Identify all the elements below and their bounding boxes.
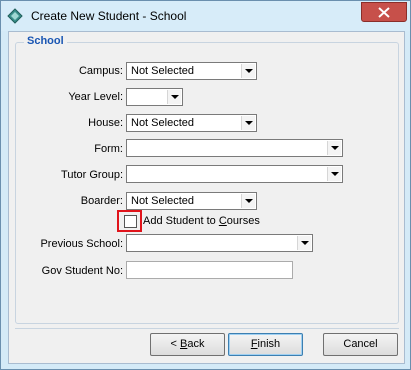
finish-button[interactable]: Finish xyxy=(228,333,303,356)
house-select[interactable]: Not Selected xyxy=(126,114,257,132)
chevron-down-icon[interactable] xyxy=(327,167,341,181)
chevron-down-icon[interactable] xyxy=(327,141,341,155)
year-level-select[interactable] xyxy=(126,88,183,106)
chevron-down-icon[interactable] xyxy=(241,194,255,208)
close-button[interactable] xyxy=(361,2,407,22)
add-to-courses-label-post: ourses xyxy=(226,215,260,227)
dialog-window: Create New Student - School School Campu… xyxy=(0,0,411,370)
title-bar: Create New Student - School xyxy=(1,1,410,31)
campus-value: Not Selected xyxy=(131,65,194,77)
tutor-group-select[interactable] xyxy=(126,165,343,183)
school-groupbox: School xyxy=(15,35,399,324)
house-label: House: xyxy=(88,117,123,129)
close-icon xyxy=(378,7,390,18)
tutor-group-label: Tutor Group: xyxy=(61,169,123,181)
campus-label: Campus: xyxy=(78,65,123,77)
back-button[interactable]: < Back xyxy=(150,333,225,356)
boarder-label: Boarder: xyxy=(80,195,123,207)
form-label: Form: xyxy=(94,143,123,155)
finish-button-mnemonic: F xyxy=(250,338,258,350)
back-button-pre: < xyxy=(170,338,180,350)
gov-student-no-input[interactable] xyxy=(126,261,293,279)
previous-school-select[interactable] xyxy=(126,234,313,252)
dialog-client-area: School Campus: Not Selected Year Level: … xyxy=(8,31,405,364)
chevron-down-icon[interactable] xyxy=(241,116,255,130)
finish-button-post: inish xyxy=(257,338,281,350)
boarder-select[interactable]: Not Selected xyxy=(126,192,257,210)
chevron-down-icon[interactable] xyxy=(297,236,311,250)
cancel-button[interactable]: Cancel xyxy=(323,333,398,356)
window-title: Create New Student - School xyxy=(31,9,187,23)
previous-school-label: Previous School: xyxy=(40,238,123,250)
chevron-down-icon[interactable] xyxy=(241,64,255,78)
app-icon xyxy=(7,8,23,24)
chevron-down-icon[interactable] xyxy=(167,90,181,104)
divider xyxy=(15,328,399,329)
gov-student-no-label: Gov Student No: xyxy=(41,265,123,277)
campus-select[interactable]: Not Selected xyxy=(126,62,257,80)
add-to-courses-label-pre: Add Student to xyxy=(143,215,219,227)
group-title: School xyxy=(24,35,67,47)
boarder-value: Not Selected xyxy=(131,195,194,207)
add-to-courses-label[interactable]: Add Student to Courses xyxy=(143,215,260,227)
form-select[interactable] xyxy=(126,139,343,157)
back-button-post: ack xyxy=(187,338,205,350)
add-to-courses-checkbox[interactable] xyxy=(124,215,137,228)
house-value: Not Selected xyxy=(131,117,194,129)
add-to-courses-label-mnemonic: C xyxy=(218,215,227,227)
year-level-label: Year Level: xyxy=(68,91,123,103)
